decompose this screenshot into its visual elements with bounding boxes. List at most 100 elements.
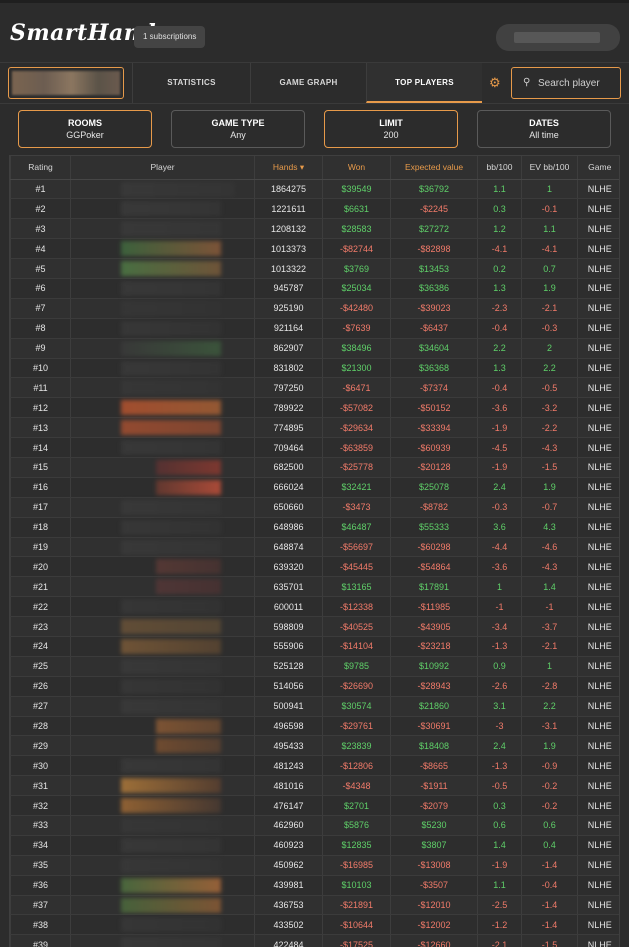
table-row[interactable]: #15 682500 -$25778 -$20128 -1.9 -1.5 NLHE xyxy=(10,457,619,478)
table-row[interactable]: #18 648986 $46487 $55333 3.6 4.3 NLHE xyxy=(10,517,619,538)
player-cell[interactable] xyxy=(70,835,255,856)
account-pill[interactable] xyxy=(496,24,620,51)
table-row[interactable]: #28 496598 -$29761 -$30691 -3 -3.1 NLHE xyxy=(10,716,619,737)
table-row[interactable]: #31 481016 -$4348 -$1911 -0.5 -0.2 NLHE xyxy=(10,775,619,797)
player-cell[interactable] xyxy=(70,895,255,916)
table-row[interactable]: #38 433502 -$10644 -$12002 -1.2 -1.4 NLHE xyxy=(10,914,619,936)
table-row[interactable]: #25 525128 $9785 $10992 0.9 1 NLHE xyxy=(10,656,619,677)
player-cell[interactable] xyxy=(70,735,255,757)
table-row[interactable]: #26 514056 -$26690 -$28943 -2.6 -2.8 NLHE xyxy=(10,676,619,697)
player-cell[interactable] xyxy=(70,914,255,936)
table-row[interactable]: #39 422484 -$17525 -$12660 -2.1 -1.5 NLHE xyxy=(10,934,619,947)
filter-rooms[interactable]: ROOMS GGPoker xyxy=(18,110,152,148)
player-cell[interactable] xyxy=(70,556,255,578)
table-row[interactable]: #3 1208132 $28583 $27272 1.2 1.1 NLHE xyxy=(10,218,619,240)
filter-limit[interactable]: LIMIT 200 xyxy=(324,110,458,148)
table-row[interactable]: #33 462960 $5876 $5230 0.6 0.6 NLHE xyxy=(10,815,619,836)
player-cell[interactable] xyxy=(70,576,255,598)
player-cell[interactable] xyxy=(70,198,255,220)
player-cell[interactable] xyxy=(70,338,255,359)
player-cell[interactable] xyxy=(70,218,255,240)
player-cell[interactable] xyxy=(70,755,255,777)
player-cell[interactable] xyxy=(70,477,255,498)
tab-game-graph[interactable]: GAME GRAPH xyxy=(250,63,366,103)
table-row[interactable]: #4 1013373 -$82744 -$82898 -4.1 -4.1 NLHE xyxy=(10,238,619,260)
table-row[interactable]: #6 945787 $25034 $36386 1.3 1.9 NLHE xyxy=(10,278,619,299)
table-row[interactable]: #7 925190 -$42480 -$39023 -2.3 -2.1 NLHE xyxy=(10,298,619,319)
table-row[interactable]: #11 797250 -$6471 -$7374 -0.4 -0.5 NLHE xyxy=(10,377,619,399)
table-row[interactable]: #12 789922 -$57082 -$50152 -3.6 -3.2 NLHE xyxy=(10,397,619,419)
table-row[interactable]: #5 1013322 $3769 $13453 0.2 0.7 NLHE xyxy=(10,258,619,279)
table-row[interactable]: #34 460923 $12835 $3807 1.4 0.4 NLHE xyxy=(10,835,619,856)
table-row[interactable]: #2 1221611 $6631 -$2245 0.3 -0.1 NLHE xyxy=(10,198,619,220)
table-row[interactable]: #20 639320 -$45445 -$54864 -3.6 -4.3 NLHE xyxy=(10,556,619,578)
header-expected-value[interactable]: Expected value xyxy=(390,156,478,180)
player-cell[interactable] xyxy=(70,616,255,637)
table-row[interactable]: #32 476147 $2701 -$2079 0.3 -0.2 NLHE xyxy=(10,795,619,816)
table-row[interactable]: #17 650660 -$3473 -$8782 -0.3 -0.7 NLHE xyxy=(10,497,619,518)
table-row[interactable]: #19 648874 -$56697 -$60298 -4.4 -4.6 NLHE xyxy=(10,537,619,558)
player-cell[interactable] xyxy=(70,676,255,697)
expected-value-cell: $36386 xyxy=(390,278,478,299)
player-cell[interactable] xyxy=(70,596,255,618)
header-game[interactable]: Game xyxy=(577,156,619,180)
player-cell[interactable] xyxy=(70,875,255,896)
table-row[interactable]: #13 774895 -$29634 -$33394 -1.9 -2.2 NLHE xyxy=(10,417,619,439)
player-cell[interactable] xyxy=(70,934,255,947)
player-cell[interactable] xyxy=(70,179,255,200)
table-row[interactable]: #16 666024 $32421 $25078 2.4 1.9 NLHE xyxy=(10,477,619,498)
player-cell[interactable] xyxy=(70,537,255,558)
tab-top-players[interactable]: TOP PLAYERS xyxy=(366,63,482,103)
player-cell[interactable] xyxy=(70,358,255,379)
header-player[interactable]: Player xyxy=(70,156,255,180)
player-cell[interactable] xyxy=(70,238,255,260)
table-row[interactable]: #1 1864275 $39549 $36792 1.1 1 NLHE xyxy=(10,179,619,200)
header-ev-bb100[interactable]: EV bb/100 xyxy=(521,156,578,180)
player-cell[interactable] xyxy=(70,636,255,657)
header-hands[interactable]: Hands ▾ xyxy=(254,156,323,180)
player-cell[interactable] xyxy=(70,795,255,816)
player-cell[interactable] xyxy=(70,417,255,439)
player-cell[interactable] xyxy=(70,716,255,737)
player-cell[interactable] xyxy=(70,517,255,538)
header-rating[interactable]: Rating xyxy=(10,156,71,180)
header-won[interactable]: Won xyxy=(322,156,391,180)
table-row[interactable]: #29 495433 $23839 $18408 2.4 1.9 NLHE xyxy=(10,735,619,757)
filter-game-type[interactable]: GAME TYPE Any xyxy=(171,110,305,148)
player-cell[interactable] xyxy=(70,775,255,797)
table-row[interactable]: #24 555906 -$14104 -$23218 -1.3 -2.1 NLHE xyxy=(10,636,619,657)
player-cell[interactable] xyxy=(70,815,255,836)
player-cell[interactable] xyxy=(70,278,255,299)
player-cell[interactable] xyxy=(70,318,255,339)
player-cell[interactable] xyxy=(70,696,255,717)
subscriptions-badge[interactable]: 1 subscriptions xyxy=(134,26,206,48)
player-cell[interactable] xyxy=(70,437,255,458)
table-row[interactable]: #35 450962 -$16985 -$13008 -1.9 -1.4 NLHE xyxy=(10,855,619,876)
player-avatar[interactable] xyxy=(8,67,124,99)
table-row[interactable]: #14 709464 -$63859 -$60939 -4.5 -4.3 NLHE xyxy=(10,437,619,458)
table-row[interactable]: #27 500941 $30574 $21860 3.1 2.2 NLHE xyxy=(10,696,619,717)
table-row[interactable]: #37 436753 -$21891 -$12010 -2.5 -1.4 NLHE xyxy=(10,895,619,916)
table-row[interactable]: #9 862907 $38496 $34604 2.2 2 NLHE xyxy=(10,338,619,359)
player-cell[interactable] xyxy=(70,656,255,677)
player-cell[interactable] xyxy=(70,397,255,419)
header-bb100[interactable]: bb/100 xyxy=(477,156,522,180)
player-cell[interactable] xyxy=(70,298,255,319)
filter-dates[interactable]: DATES All time xyxy=(477,110,611,148)
settings-gear-icon[interactable]: ⚙ xyxy=(489,76,501,89)
player-cell[interactable] xyxy=(70,497,255,518)
table-row[interactable]: #22 600011 -$12338 -$11985 -1 -1 NLHE xyxy=(10,596,619,618)
player-cell[interactable] xyxy=(70,457,255,478)
table-row[interactable]: #30 481243 -$12806 -$8665 -1.3 -0.9 NLHE xyxy=(10,755,619,777)
table-row[interactable]: #36 439981 $10103 -$3507 1.1 -0.4 NLHE xyxy=(10,875,619,896)
table-row[interactable]: #8 921164 -$7639 -$6437 -0.4 -0.3 NLHE xyxy=(10,318,619,339)
table-row[interactable]: #23 598809 -$40525 -$43905 -3.4 -3.7 NLHE xyxy=(10,616,619,637)
player-cell[interactable] xyxy=(70,258,255,279)
table-row[interactable]: #21 635701 $13165 $17891 1 1.4 NLHE xyxy=(10,576,619,598)
tab-statistics[interactable]: STATISTICS xyxy=(132,63,250,103)
player-cell[interactable] xyxy=(70,855,255,876)
player-cell[interactable] xyxy=(70,377,255,399)
table-row[interactable]: #10 831802 $21300 $36368 1.3 2.2 NLHE xyxy=(10,358,619,379)
search-player-input[interactable] xyxy=(538,75,618,91)
search-box[interactable]: ⚲ xyxy=(511,67,621,99)
